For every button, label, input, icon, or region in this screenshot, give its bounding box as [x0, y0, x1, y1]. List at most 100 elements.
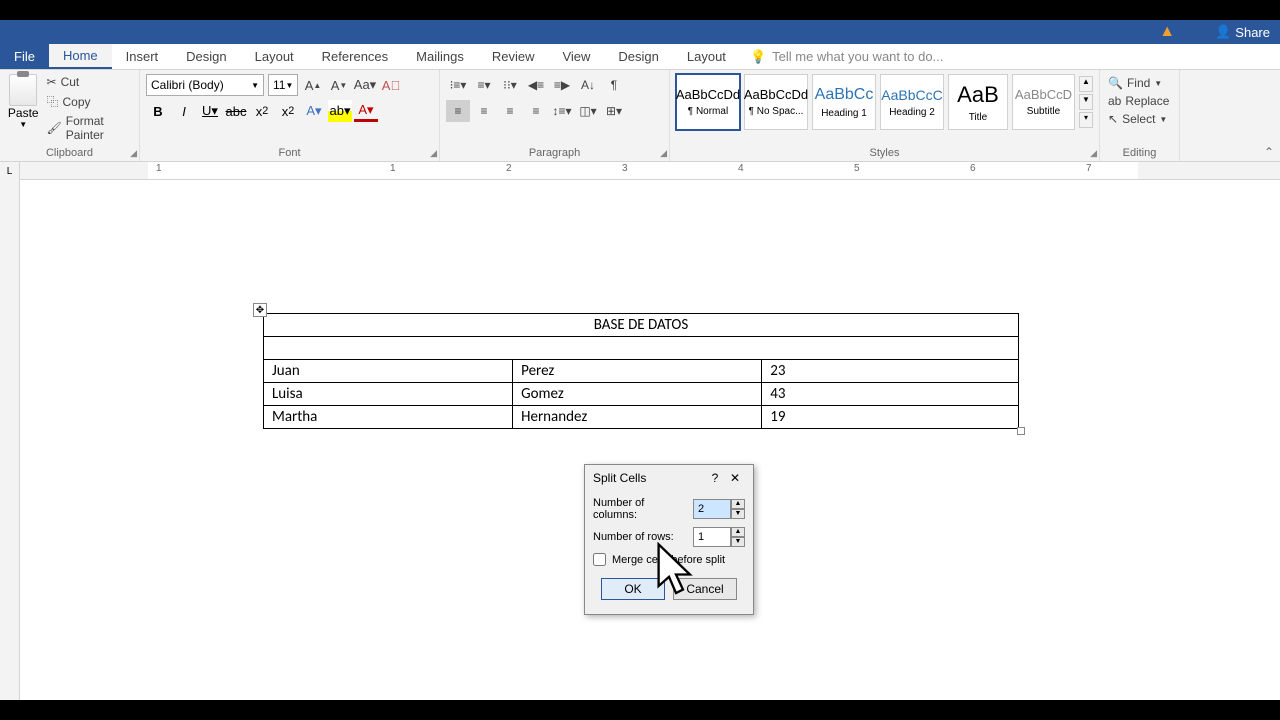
superscript-button[interactable]: x2 [276, 100, 300, 122]
cancel-button[interactable]: Cancel [673, 578, 737, 600]
replace-icon: ab [1108, 94, 1121, 108]
select-button[interactable]: ↖Select▼ [1106, 110, 1173, 128]
bullets-button[interactable]: ⁝≡▾ [446, 74, 470, 96]
tab-view[interactable]: View [548, 44, 604, 69]
highlight-button[interactable]: ab▾ [328, 100, 352, 122]
clipboard-launcher[interactable]: ◢ [130, 148, 137, 159]
tab-mailings[interactable]: Mailings [402, 44, 478, 69]
sort-button[interactable]: A↓ [576, 74, 600, 96]
tab-insert[interactable]: Insert [112, 44, 173, 69]
rows-down[interactable]: ▼ [731, 537, 745, 547]
show-marks-button[interactable]: ¶ [602, 74, 626, 96]
table-cell[interactable]: Luisa [264, 383, 513, 406]
tab-selector[interactable]: L [0, 162, 20, 180]
table-resize-handle[interactable] [1017, 427, 1025, 435]
table-cell[interactable]: 43 [762, 383, 1019, 406]
table-cell[interactable]: 23 [762, 360, 1019, 383]
share-button[interactable]: 👤 Share [1215, 24, 1270, 40]
font-color-button[interactable]: A▾ [354, 100, 378, 122]
group-label-font: Font [140, 147, 439, 159]
underline-button[interactable]: U▾ [198, 100, 222, 122]
dialog-close-button[interactable]: ✕ [725, 471, 745, 485]
decrease-indent-button[interactable]: ◀≡ [524, 74, 548, 96]
style-nospacing[interactable]: AaBbCcDd¶ No Spac... [744, 74, 808, 130]
columns-up[interactable]: ▲ [731, 499, 745, 509]
style-subtitle[interactable]: AaBbCcDSubtitle [1012, 74, 1075, 130]
dialog-title-text: Split Cells [593, 471, 705, 485]
columns-down[interactable]: ▼ [731, 509, 745, 519]
tab-file[interactable]: File [0, 44, 49, 69]
ribbon: Paste ▼ ✂Cut ⿻Copy 🖌Format Painter Clipb… [0, 70, 1280, 162]
group-font: Calibri (Body)▼ 11▼ A▲ A▼ Aa▾ A⃠ B I U▾ … [140, 70, 440, 161]
rows-up[interactable]: ▲ [731, 527, 745, 537]
rows-input[interactable] [693, 527, 731, 547]
grow-font-button[interactable]: A▲ [302, 74, 324, 96]
shading-button[interactable]: ◫▾ [576, 100, 600, 122]
replace-button[interactable]: abReplace [1106, 92, 1173, 110]
justify-button[interactable]: ≡ [524, 100, 548, 122]
table-move-handle[interactable]: ✥ [253, 303, 267, 317]
ruler-vertical[interactable] [0, 180, 20, 700]
collapse-ribbon-button[interactable]: ⌃ [1264, 145, 1274, 159]
clear-formatting-button[interactable]: A⃠ [380, 74, 402, 96]
tab-layout[interactable]: Layout [241, 44, 308, 69]
table-title-cell[interactable]: BASE DE DATOS [264, 314, 1019, 337]
format-painter-button[interactable]: 🖌Format Painter [45, 113, 134, 143]
document-background[interactable]: ✥ BASE DE DATOS Juan Perez 23 Luisa Gome… [20, 180, 1280, 700]
tab-table-layout[interactable]: Layout [673, 44, 740, 69]
tab-design[interactable]: Design [172, 44, 240, 69]
font-name-combo[interactable]: Calibri (Body)▼ [146, 74, 264, 96]
group-label-styles: Styles [670, 147, 1099, 159]
font-size-combo[interactable]: 11▼ [268, 74, 298, 96]
tell-me-search[interactable]: 💡 Tell me what you want to do... [740, 44, 1280, 69]
table-cell[interactable]: Hernandez [513, 406, 762, 429]
change-case-button[interactable]: Aa▾ [354, 74, 376, 96]
table-cell[interactable]: Perez [513, 360, 762, 383]
find-button[interactable]: 🔍Find▼ [1106, 74, 1173, 92]
increase-indent-button[interactable]: ≡▶ [550, 74, 574, 96]
columns-input[interactable] [693, 499, 731, 519]
titlebar: ▲ 👤 Share [0, 20, 1280, 44]
bold-button[interactable]: B [146, 100, 170, 122]
borders-button[interactable]: ⊞▾ [602, 100, 626, 122]
paste-button[interactable]: Paste ▼ [6, 74, 41, 143]
subscript-button[interactable]: x2 [250, 100, 274, 122]
table-cell[interactable]: 19 [762, 406, 1019, 429]
styles-launcher[interactable]: ◢ [1090, 148, 1097, 159]
align-right-button[interactable]: ≡ [498, 100, 522, 122]
tab-table-design[interactable]: Design [604, 44, 672, 69]
font-launcher[interactable]: ◢ [430, 148, 437, 159]
merge-checkbox[interactable] [593, 553, 606, 566]
cut-button[interactable]: ✂Cut [45, 74, 134, 90]
multilevel-button[interactable]: ⁝⁝▾ [498, 74, 522, 96]
text-effects-button[interactable]: A▾ [302, 100, 326, 122]
styles-scroll[interactable]: ▲ ▼ ▾ [1079, 76, 1093, 128]
tab-references[interactable]: References [308, 44, 402, 69]
ok-button[interactable]: OK [601, 578, 665, 600]
table[interactable]: ✥ BASE DE DATOS Juan Perez 23 Luisa Gome… [263, 313, 1019, 429]
dialog-titlebar[interactable]: Split Cells ? ✕ [585, 465, 753, 491]
group-label-paragraph: Paragraph [440, 147, 669, 159]
align-left-button[interactable]: ≡ [446, 100, 470, 122]
style-heading2[interactable]: AaBbCcCHeading 2 [880, 74, 944, 130]
shrink-font-button[interactable]: A▼ [328, 74, 350, 96]
copy-button[interactable]: ⿻Copy [45, 92, 134, 111]
align-center-button[interactable]: ≡ [472, 100, 496, 122]
table-cell[interactable]: Martha [264, 406, 513, 429]
style-normal[interactable]: AaBbCcDd¶ Normal [676, 74, 740, 130]
table-cell[interactable]: Juan [264, 360, 513, 383]
table-cell[interactable]: Gomez [513, 383, 762, 406]
italic-button[interactable]: I [172, 100, 196, 122]
table-empty-row[interactable] [264, 337, 1019, 360]
strikethrough-button[interactable]: abc [224, 100, 248, 122]
line-spacing-button[interactable]: ↕≡▾ [550, 100, 574, 122]
ruler-horizontal[interactable]: 1 1 2 3 4 5 6 7 [20, 162, 1280, 180]
paragraph-launcher[interactable]: ◢ [660, 148, 667, 159]
tab-home[interactable]: Home [49, 44, 112, 69]
style-heading1[interactable]: AaBbCcHeading 1 [812, 74, 876, 130]
style-title[interactable]: AaBTitle [948, 74, 1008, 130]
dialog-help-button[interactable]: ? [705, 471, 725, 485]
numbering-button[interactable]: ≡▾ [472, 74, 496, 96]
tab-review[interactable]: Review [478, 44, 549, 69]
cursor-icon: ↖ [1108, 112, 1118, 126]
